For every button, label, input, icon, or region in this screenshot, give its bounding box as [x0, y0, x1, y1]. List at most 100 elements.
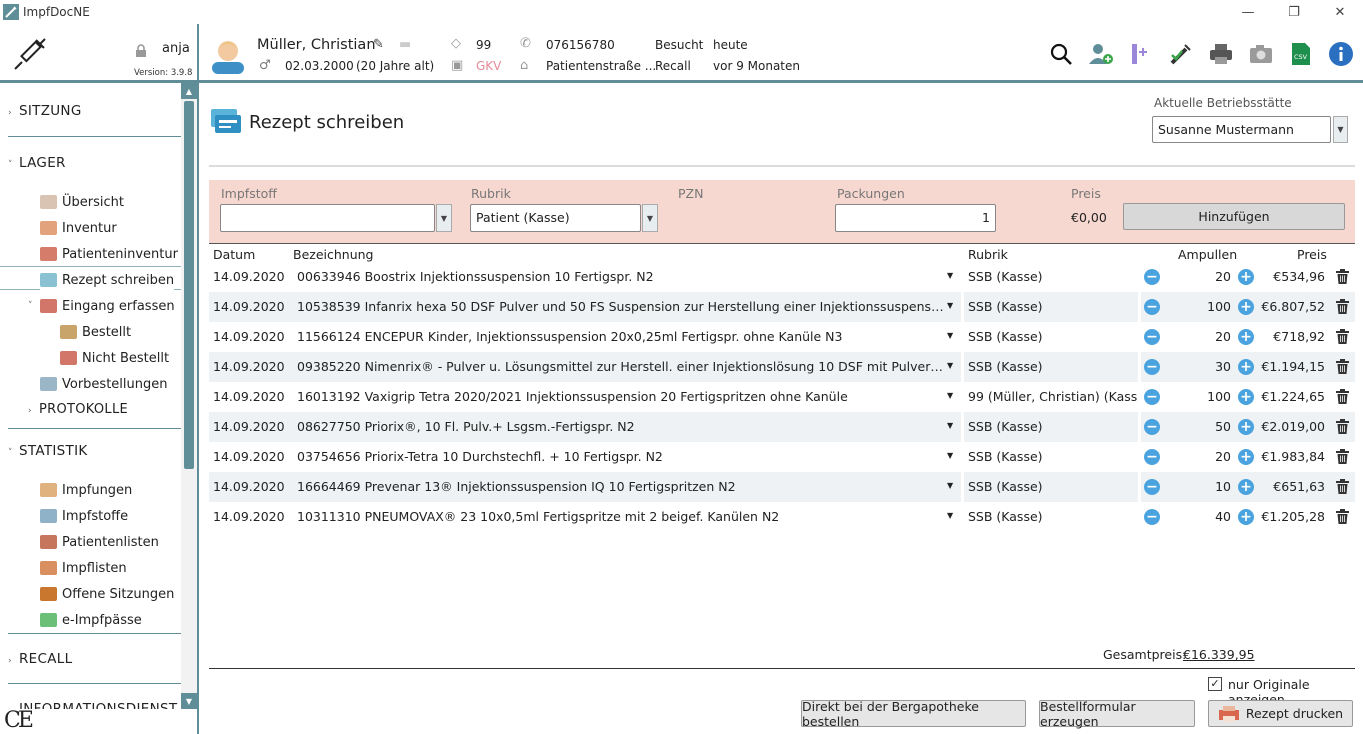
nur-originale-checkbox[interactable]: ✓	[1208, 677, 1222, 691]
chevron-down-icon[interactable]: ▼	[1333, 116, 1348, 143]
trash-icon[interactable]	[1336, 479, 1349, 494]
sidebar-item-uebersicht[interactable]: Übersicht	[40, 190, 124, 214]
print-prescription-button[interactable]: Rezept drucken	[1208, 700, 1353, 727]
column-header-preis[interactable]: Preis	[1297, 247, 1327, 262]
scroll-up-arrow-icon[interactable]: ▲	[181, 83, 197, 99]
decrement-icon[interactable]: −	[1144, 419, 1160, 435]
decrement-icon[interactable]: −	[1144, 269, 1160, 285]
table-row[interactable]: 14.09.2020 11566124 ENCEPUR Kinder, Injek…	[209, 322, 1355, 352]
row-dropdown-arrow-icon[interactable]: ▼	[947, 391, 953, 400]
trash-icon[interactable]	[1336, 299, 1349, 314]
edit-pencil-icon[interactable]: ✎	[373, 37, 384, 52]
increment-icon[interactable]: +	[1238, 479, 1254, 495]
decrement-icon[interactable]: −	[1144, 509, 1160, 525]
sidebar-item-e-impfpaesse[interactable]: e-Impfpässe	[40, 608, 142, 632]
camera-icon[interactable]	[1247, 40, 1275, 68]
chevron-down-icon[interactable]: ▼	[642, 204, 658, 232]
trash-icon[interactable]	[1336, 359, 1349, 374]
sidebar-section-recall[interactable]: › RECALL	[8, 651, 72, 667]
sidebar-item-inventur[interactable]: Inventur	[40, 216, 117, 240]
trash-icon[interactable]	[1336, 329, 1349, 344]
user-name[interactable]: anja	[162, 41, 190, 56]
decrement-icon[interactable]: −	[1144, 389, 1160, 405]
row-dropdown-arrow-icon[interactable]: ▼	[947, 511, 953, 520]
close-button[interactable]: ✕	[1317, 0, 1363, 24]
decrement-icon[interactable]: −	[1144, 449, 1160, 465]
sidebar-section-statistik[interactable]: ˅ STATISTIK	[8, 443, 88, 459]
table-row[interactable]: 14.09.2020 00633946 Boostrix Injektionssu…	[209, 262, 1355, 292]
trash-icon[interactable]	[1336, 509, 1349, 524]
sidebar-scrollbar[interactable]: ▲ ▼	[181, 83, 197, 709]
decrement-icon[interactable]: −	[1144, 359, 1160, 375]
info-icon[interactable]	[1327, 40, 1355, 68]
sidebar-item-patienteninventur[interactable]: Patienteninventur	[40, 242, 178, 266]
scroll-down-arrow-icon[interactable]: ▼	[181, 693, 197, 709]
packungen-input[interactable]: 1	[835, 204, 996, 232]
decrement-icon[interactable]: −	[1144, 299, 1160, 315]
increment-icon[interactable]: +	[1238, 389, 1254, 405]
row-dropdown-arrow-icon[interactable]: ▼	[947, 331, 953, 340]
sidebar-item-nicht-bestellt[interactable]: Nicht Bestellt	[60, 346, 169, 370]
table-row[interactable]: 14.09.2020 10311310 PNEUMOVAX® 23 10x0,5m…	[209, 502, 1355, 532]
sidebar-item-eingang-erfassen[interactable]: ˅ Eingang erfassen	[28, 294, 175, 318]
trash-icon[interactable]	[1336, 449, 1349, 464]
sidebar-section-sitzung[interactable]: › SITZUNG	[8, 103, 82, 119]
column-header-ampullen[interactable]: Ampullen	[1178, 247, 1237, 262]
trash-icon[interactable]	[1336, 419, 1349, 434]
scrollbar-thumb[interactable]	[184, 101, 194, 469]
csv-icon[interactable]: CSV	[1287, 40, 1315, 68]
table-row[interactable]: 14.09.2020 16013192 Vaxigrip Tetra 2020/2…	[209, 382, 1355, 412]
row-dropdown-arrow-icon[interactable]: ▼	[947, 421, 953, 430]
row-dropdown-arrow-icon[interactable]: ▼	[947, 301, 953, 310]
vaccine-check-icon[interactable]	[1167, 40, 1195, 68]
sidebar-section-protokolle[interactable]: › PROTOKOLLE	[28, 402, 128, 417]
decrement-icon[interactable]: −	[1144, 479, 1160, 495]
row-dropdown-arrow-icon[interactable]: ▼	[947, 271, 953, 280]
sidebar-item-offene-sitzungen[interactable]: Offene Sitzungen	[40, 582, 174, 606]
create-order-form-button[interactable]: Bestellformular erzeugen	[1039, 699, 1195, 729]
sidebar-item-bestellt[interactable]: Bestellt	[60, 320, 131, 344]
increment-icon[interactable]: +	[1238, 269, 1254, 285]
column-header-rubrik[interactable]: Rubrik	[968, 247, 1008, 262]
trash-icon[interactable]	[1336, 389, 1349, 404]
add-note-icon[interactable]	[1127, 40, 1155, 68]
increment-icon[interactable]: +	[1238, 359, 1254, 375]
sidebar-item-patientenlisten[interactable]: Patientenlisten	[40, 530, 159, 554]
betriebsstaette-select[interactable]: Susanne Mustermann	[1152, 116, 1331, 143]
patient-avatar[interactable]	[210, 36, 246, 74]
add-patient-icon[interactable]	[1087, 40, 1115, 68]
sidebar-item-vorbestellungen[interactable]: Vorbestellungen	[40, 372, 168, 396]
sidebar-item-impfstoffe[interactable]: Impfstoffe	[40, 504, 128, 528]
sidebar-item-impfungen[interactable]: Impfungen	[40, 478, 132, 502]
increment-icon[interactable]: +	[1238, 419, 1254, 435]
table-row[interactable]: 14.09.2020 03754656 Priorix-Tetra 10 Durc…	[209, 442, 1355, 472]
minimize-button[interactable]: —	[1225, 0, 1271, 24]
row-dropdown-arrow-icon[interactable]: ▼	[947, 451, 953, 460]
sidebar-section-lager[interactable]: ˅ LAGER	[8, 155, 66, 171]
increment-icon[interactable]: +	[1238, 449, 1254, 465]
table-row[interactable]: 14.09.2020 09385220 Nimenrix® - Pulver u.…	[209, 352, 1355, 382]
chevron-down-icon[interactable]: ▼	[436, 204, 452, 232]
increment-icon[interactable]: +	[1238, 329, 1254, 345]
trash-icon[interactable]: ▬	[399, 37, 411, 52]
increment-icon[interactable]: +	[1238, 299, 1254, 315]
print-icon[interactable]	[1207, 40, 1235, 68]
row-dropdown-arrow-icon[interactable]: ▼	[947, 361, 953, 370]
row-dropdown-arrow-icon[interactable]: ▼	[947, 481, 953, 490]
sidebar-section-informationsdienst[interactable]: ›INFORMATIONSDIENST	[8, 701, 177, 709]
sidebar-item-rezept-schreiben[interactable]: Rezept schreiben	[40, 268, 175, 292]
decrement-icon[interactable]: −	[1144, 329, 1160, 345]
increment-icon[interactable]: +	[1238, 509, 1254, 525]
table-row[interactable]: 14.09.2020 08627750 Priorix®, 10 Fl. Pulv…	[209, 412, 1355, 442]
column-header-bezeichnung[interactable]: Bezeichnung	[293, 247, 374, 262]
sidebar-item-impflisten[interactable]: Impflisten	[40, 556, 127, 580]
rubrik-select[interactable]: Patient (Kasse)	[470, 204, 641, 232]
trash-icon[interactable]	[1336, 269, 1349, 284]
table-row[interactable]: 14.09.2020 16664469 Prevenar 13® Injektio…	[209, 472, 1355, 502]
impfstoff-input[interactable]	[220, 204, 435, 232]
restore-button[interactable]: ❐	[1271, 0, 1317, 24]
add-button[interactable]: Hinzufügen	[1123, 203, 1345, 230]
table-row[interactable]: 14.09.2020 10538539 Infanrix hexa 50 DSF …	[209, 292, 1355, 322]
column-header-datum[interactable]: Datum	[213, 247, 255, 262]
search-icon[interactable]	[1047, 40, 1075, 68]
